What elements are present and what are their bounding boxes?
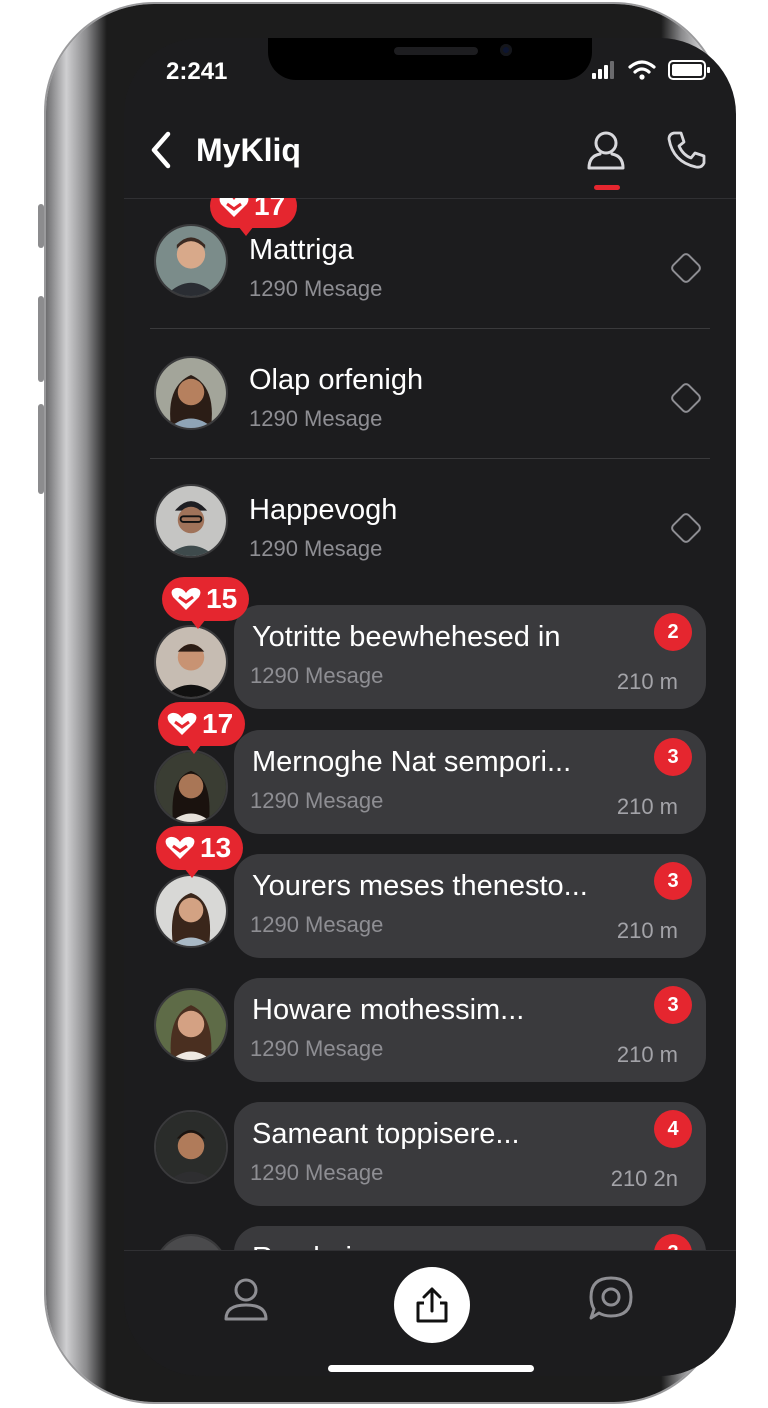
conversation-list[interactable]: 17 Mattriga 1290 Mesage Olap orfenigh 12…: [124, 198, 736, 1250]
badge-count: 13: [200, 832, 232, 863]
badge-count: 15: [206, 583, 238, 614]
status-icons: [592, 60, 710, 80]
list-item[interactable]: Sameant toppisere... 1290 Mesage 210 2n …: [124, 1100, 736, 1212]
speaker: [394, 47, 478, 55]
diamond-icon[interactable]: [669, 251, 703, 285]
list-item[interactable]: 17 Mattriga 1290 Mesage: [124, 198, 736, 329]
list-item[interactable]: 17 Mernoghe Nat sempori... 1290 Mesage 2…: [124, 702, 736, 840]
list-item[interactable]: Rmnhain... 3: [124, 1224, 736, 1250]
volume-down-button: [38, 404, 44, 494]
person-icon[interactable]: [222, 1275, 270, 1323]
notification-badge: 17: [210, 198, 298, 236]
contact-name: Happevogh: [249, 494, 398, 526]
message-count: 1290 Mesage: [250, 663, 384, 688]
notification-badge: 15: [162, 577, 250, 629]
message-count: 1290 Mesage: [250, 1160, 384, 1185]
unread-count: 3: [654, 1234, 692, 1250]
tab-indicator: [594, 185, 620, 190]
battery-icon: [668, 60, 710, 80]
badge-count: 17: [202, 708, 234, 739]
unread-count: 3: [654, 986, 692, 1024]
chat-card[interactable]: Yotritte beewhehesed in 1290 Mesage 210 …: [234, 605, 706, 709]
mute-switch: [38, 204, 44, 248]
contact-name: Mattriga: [249, 234, 354, 266]
chat-title: Rmnhain...: [252, 1242, 392, 1250]
contact-name: Olap orfenigh: [249, 364, 424, 396]
notch: [268, 38, 592, 80]
chat-card[interactable]: Howare mothessim... 1290 Mesage 210 m 3: [234, 978, 706, 1082]
chat-title: Yotritte beewhehesed in: [252, 621, 561, 653]
list-item[interactable]: 13 Yourers meses thenesto... 1290 Mesage…: [124, 826, 736, 964]
chat-title: Yourers meses thenesto...: [252, 870, 588, 902]
person-icon[interactable]: [584, 128, 628, 172]
heart-icon: [219, 198, 249, 217]
share-icon: [416, 1287, 448, 1323]
chat-card[interactable]: Yourers meses thenesto... 1290 Mesage 21…: [234, 854, 706, 958]
avatar: [154, 750, 228, 824]
avatar: [154, 1110, 228, 1184]
front-camera: [500, 44, 512, 56]
phone-frame: 2:241 MyKliq 17 Mattriga 1290 Mesage Ola…: [38, 4, 736, 1402]
timestamp: 210 m: [616, 669, 678, 694]
avatar: [154, 224, 228, 298]
avatar: [154, 874, 228, 948]
unread-count: 3: [654, 738, 692, 776]
chat-bubble-icon[interactable]: [586, 1273, 636, 1323]
chat-card[interactable]: Sameant toppisere... 1290 Mesage 210 2n …: [234, 1102, 706, 1206]
home-indicator[interactable]: [328, 1365, 534, 1372]
message-count: 1290 Mesage: [249, 536, 383, 561]
list-item[interactable]: Olap orfenigh 1290 Mesage: [124, 328, 736, 459]
message-count: 1290 Mesage: [250, 912, 384, 937]
heart-icon: [171, 587, 201, 610]
list-item[interactable]: Happevogh 1290 Mesage: [124, 458, 736, 588]
message-count: 1290 Mesage: [249, 276, 383, 301]
status-time: 2:241: [166, 58, 228, 85]
timestamp: 210 m: [616, 794, 678, 819]
avatar: [154, 356, 228, 430]
message-count: 1290 Mesage: [249, 406, 383, 431]
tab-bar: [124, 1250, 736, 1376]
wifi-icon: [628, 60, 656, 80]
chevron-left-icon[interactable]: [146, 128, 176, 172]
chat-card[interactable]: Mernoghe Nat sempori... 1290 Mesage 210 …: [234, 730, 706, 834]
avatar: [154, 1234, 228, 1250]
screen: 2:241 MyKliq 17 Mattriga 1290 Mesage Ola…: [124, 38, 736, 1376]
diamond-icon[interactable]: [669, 511, 703, 545]
message-count: 1290 Mesage: [250, 788, 384, 813]
timestamp: 210 2n: [610, 1166, 678, 1191]
signal-icon: [592, 61, 614, 79]
page-title: MyKliq: [196, 132, 301, 168]
chat-title: Sameant toppisere...: [252, 1118, 520, 1150]
avatar: [154, 625, 228, 699]
timestamp: 210 m: [616, 918, 678, 943]
avatar: [154, 988, 228, 1062]
timestamp: 210 m: [616, 1042, 678, 1067]
avatar: [154, 484, 228, 558]
chat-title: Mernoghe Nat sempori...: [252, 746, 572, 778]
share-button[interactable]: [394, 1267, 470, 1343]
list-item[interactable]: Howare mothessim... 1290 Mesage 210 m 3: [124, 976, 736, 1088]
unread-count: 3: [654, 862, 692, 900]
unread-count: 2: [654, 613, 692, 651]
badge-count: 17: [254, 198, 286, 221]
header: MyKliq: [124, 114, 736, 199]
chat-card[interactable]: Rmnhain... 3: [234, 1226, 706, 1250]
unread-count: 4: [654, 1110, 692, 1148]
phone-icon[interactable]: [664, 128, 708, 172]
volume-up-button: [38, 296, 44, 382]
notification-badge: 13: [156, 826, 244, 878]
list-item[interactable]: 15 Yotritte beewhehesed in 1290 Mesage 2…: [124, 577, 736, 715]
message-count: 1290 Mesage: [250, 1036, 384, 1061]
notification-badge: 17: [158, 702, 246, 754]
heart-icon: [165, 836, 195, 859]
diamond-icon[interactable]: [669, 381, 703, 415]
heart-icon: [167, 712, 197, 735]
chat-title: Howare mothessim...: [252, 994, 525, 1026]
